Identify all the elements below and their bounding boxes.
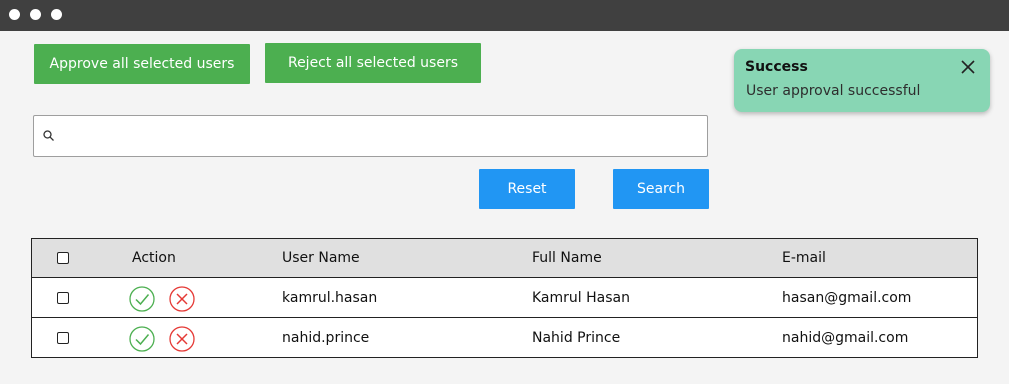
close-icon[interactable] (960, 59, 976, 75)
success-toast: Success User approval successful (734, 49, 990, 112)
header-email: E-mail (782, 250, 826, 266)
reject-icon[interactable] (169, 286, 195, 312)
approve-icon[interactable] (129, 286, 155, 312)
search-box (33, 115, 708, 157)
cell-email: nahid@gmail.com (782, 330, 909, 346)
header-action: Action (132, 250, 176, 266)
cell-fullname: Kamrul Hasan (532, 290, 630, 306)
reset-button[interactable]: Reset (479, 169, 575, 209)
table-row: nahid.prince Nahid Prince nahid@gmail.co… (32, 319, 977, 358)
search-icon (43, 130, 54, 141)
reject-icon[interactable] (169, 326, 195, 352)
window-control-dot[interactable] (30, 9, 41, 20)
cell-username: nahid.prince (282, 330, 370, 346)
cell-fullname: Nahid Prince (532, 330, 621, 346)
window-control-dot[interactable] (51, 9, 62, 20)
search-button[interactable]: Search (613, 169, 709, 209)
header-fullname: Full Name (532, 250, 602, 266)
cell-username: kamrul.hasan (282, 290, 378, 306)
users-table: Action User Name Full Name E-mail kamrul… (31, 238, 978, 358)
window-control-dot[interactable] (9, 9, 20, 20)
approve-all-button[interactable]: Approve all selected users (34, 44, 250, 84)
reject-all-button[interactable]: Reject all selected users (265, 43, 481, 83)
table-header-row: Action User Name Full Name E-mail (32, 239, 977, 278)
search-input[interactable] (62, 116, 702, 156)
toast-title: Success (745, 59, 808, 75)
cell-email: hasan@gmail.com (782, 290, 912, 306)
table-row: kamrul.hasan Kamrul Hasan hasan@gmail.co… (32, 279, 977, 318)
window-titlebar (0, 0, 1009, 31)
row-checkbox[interactable] (57, 332, 69, 344)
approve-icon[interactable] (129, 326, 155, 352)
row-checkbox[interactable] (57, 292, 69, 304)
select-all-checkbox[interactable] (57, 252, 69, 264)
header-username: User Name (282, 250, 360, 266)
toast-message: User approval successful (746, 83, 921, 99)
